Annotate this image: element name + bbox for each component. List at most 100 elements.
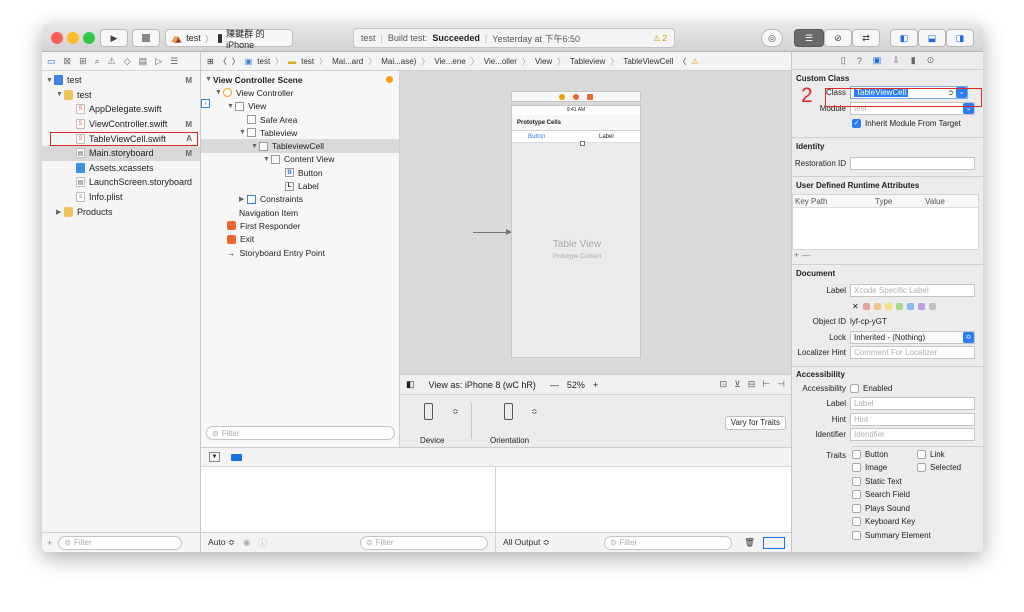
outline-item[interactable]: ▶ Constraints [201, 193, 399, 206]
add-icon[interactable]: + [794, 250, 799, 260]
list-item[interactable]: S AppDelegate.swift [42, 102, 200, 117]
trait-plays-sound[interactable]: Plays Sound [852, 504, 910, 513]
zoom-out-icon[interactable]: — [550, 380, 559, 390]
trait-keyboard-key[interactable]: Keyboard Key [852, 517, 915, 527]
file-inspector-icon[interactable]: ▯ [841, 55, 846, 66]
outline-filter-input[interactable]: ⊜ Filter [206, 426, 395, 440]
connections-inspector-icon[interactable]: ⊙ [927, 55, 935, 66]
trait-checkbox[interactable] [852, 476, 861, 486]
doc-label-field[interactable]: Xcode Specific Label [850, 284, 975, 298]
trait-search-field[interactable]: Search Field [852, 490, 910, 500]
breadcrumb[interactable]: Mai...ase) [381, 57, 416, 66]
outline-item[interactable]: ▼ View Controller Scene [201, 73, 399, 86]
blue-swatch[interactable] [906, 302, 914, 310]
trait-static-text[interactable]: Static Text [852, 477, 902, 486]
run-button[interactable]: ▶ [100, 29, 128, 47]
breadcrumb[interactable]: TableViewCell [623, 57, 673, 66]
disclosure-open-icon[interactable]: ▼ [263, 156, 271, 163]
hide-debug-icon[interactable]: ▼ [209, 452, 220, 462]
list-item[interactable]: ▼ test [42, 88, 200, 103]
outline-item[interactable]: B Button [201, 166, 399, 179]
restoration-field[interactable] [850, 156, 975, 170]
breadcrumb[interactable]: Vie...ene [434, 57, 465, 66]
outline-item[interactable]: Safe Area [201, 113, 399, 126]
disclosure-open-icon[interactable]: ▼ [205, 76, 213, 83]
pin-icon[interactable]: ⊢ [762, 379, 770, 390]
breakpoint-icon[interactable]: ▷ [155, 56, 162, 67]
breakpoints-icon[interactable] [231, 454, 242, 461]
split-view-icon[interactable] [763, 536, 785, 549]
breadcrumb[interactable]: Vie...oller [484, 57, 517, 66]
trait-summary-element[interactable]: Summary Element [852, 531, 931, 540]
search-icon[interactable]: ⌕ [95, 56, 100, 67]
localizer-field[interactable]: Comment For Localizer [850, 346, 975, 360]
outline-item[interactable]: L Label [201, 179, 399, 192]
trait-checkbox[interactable] [917, 463, 926, 473]
disclosure-open-icon[interactable]: ▼ [56, 91, 64, 98]
symbol-icon[interactable]: ⊞ [79, 56, 87, 67]
cell-button[interactable]: Button [528, 134, 545, 140]
variables-filter-input[interactable]: ⊜ Filter [360, 535, 488, 550]
trait-checkbox[interactable] [852, 449, 861, 459]
trait-link[interactable]: Link [917, 450, 945, 459]
list-item[interactable]: ▤ Main.storyboard M [42, 145, 200, 161]
outline-item[interactable]: ‹ Navigation Item [201, 99, 399, 219]
orange-swatch[interactable] [873, 302, 881, 310]
size-inspector-icon[interactable]: ▮ [911, 55, 916, 66]
inherit-checkbox[interactable]: ✓ [852, 119, 861, 129]
outline-item[interactable]: ▼ View Controller [201, 86, 399, 99]
trait-checkbox[interactable] [852, 517, 861, 527]
outline-item[interactable]: → Storyboard Entry Point [201, 246, 399, 259]
warning-badge[interactable]: ⚠ 2 [653, 34, 667, 43]
trait-checkbox[interactable] [852, 503, 861, 513]
identity-inspector-icon[interactable]: ▣ [873, 55, 882, 66]
orientation-stepper-icon[interactable]: ≎ [531, 407, 538, 416]
scheme-selector[interactable]: ⛺ test 〉 陳鍵群 的 iPhone [165, 29, 293, 50]
outline-item[interactable]: Exit [201, 233, 399, 246]
list-item[interactable]: ▼ test M [42, 73, 200, 88]
trait-button[interactable]: Button [852, 450, 888, 459]
view-controller-icon[interactable] [559, 93, 565, 100]
storyboard-canvas[interactable]: 9:41 AM Prototype Cells Button Label Tab… [400, 71, 791, 374]
disclosure-open-icon[interactable]: ▼ [239, 129, 247, 136]
align-icon[interactable]: ⊟ [748, 379, 756, 390]
trait-selected[interactable]: Selected [917, 463, 961, 473]
orientation-portrait-icon[interactable] [504, 403, 513, 420]
disclosure-closed-icon[interactable]: ▶ [239, 195, 247, 203]
outline-item[interactable]: ▼ TableviewCell [201, 139, 399, 153]
list-item[interactable]: ▤ LaunchScreen.storyboard [42, 175, 200, 190]
breadcrumb[interactable]: test [257, 57, 270, 66]
warning-icon[interactable]: ⚠ [691, 57, 698, 66]
identifier-field[interactable]: Identifier [850, 428, 975, 442]
inherit-row[interactable]: ✓ Inherit Module From Target [792, 116, 983, 132]
outline-item[interactable]: First Responder [201, 219, 399, 232]
disclosure-open-icon[interactable]: ▼ [46, 77, 54, 84]
disclosure-open-icon[interactable]: ▼ [215, 89, 223, 96]
purple-swatch[interactable] [917, 302, 925, 310]
eye-icon[interactable]: ◉ [243, 537, 250, 548]
list-item[interactable]: ▶ Products [42, 204, 200, 219]
add-icon[interactable]: + [47, 538, 52, 548]
list-item[interactable]: S ViewController.swift M [42, 117, 200, 132]
test-icon[interactable]: ◇ [124, 56, 131, 67]
breadcrumb[interactable]: View [535, 57, 552, 66]
outline-item[interactable]: ▼ Content View [201, 153, 399, 166]
list-item[interactable]: ≡ Info.plist [42, 190, 200, 205]
issue-icon[interactable]: ⚠ [108, 56, 116, 67]
toggle-navigator-button[interactable]: ◧ [890, 29, 918, 47]
back-arrow-icon[interactable]: 〈 [219, 56, 227, 67]
info-icon[interactable]: ⓘ [258, 537, 267, 549]
trait-checkbox[interactable] [852, 490, 861, 500]
device-stepper-icon[interactable]: ≎ [452, 407, 459, 416]
device-iphone-icon[interactable] [424, 403, 433, 420]
folder-icon[interactable]: ▭ [47, 56, 56, 67]
clear-color-icon[interactable]: ✕ [852, 302, 859, 311]
resize-handle[interactable] [580, 141, 585, 146]
resolve-issues-icon[interactable]: ⊣ [777, 379, 785, 390]
library-button[interactable]: ◎ [761, 29, 783, 47]
trait-checkbox[interactable] [852, 463, 861, 473]
console-filter-input[interactable]: ⊜ Filter [603, 535, 732, 550]
red-swatch[interactable] [862, 302, 870, 310]
navigator-filter-input[interactable]: ⊜ Filter [58, 535, 183, 550]
stop-button[interactable] [132, 29, 160, 47]
